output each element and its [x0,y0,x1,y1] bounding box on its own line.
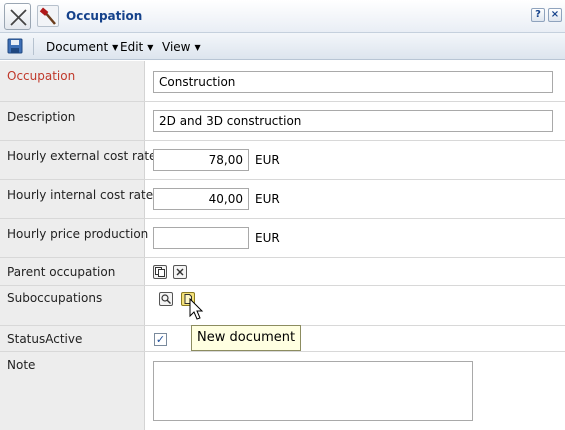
title-bar: Occupation ? × [0,0,565,33]
row-description: Description 2D and 3D construction [0,102,565,141]
description-label: Description [7,110,76,124]
mouse-pointer-icon [189,297,205,322]
row-occupation: Occupation Construction [0,61,565,102]
save-icon[interactable] [7,38,23,54]
chevron-down-icon: ▼ [147,43,154,52]
close-button[interactable]: × [548,8,562,22]
note-label: Note [7,358,36,372]
close-window-icon[interactable] [4,3,31,30]
occupation-input[interactable]: Construction [153,71,553,93]
menu-bar: Document ▼ Edit ▼ View ▼ [0,33,565,60]
parent-occupation-label: Parent occupation [7,265,116,279]
external-cost-rate-label: Hourly external cost rate [7,149,157,163]
row-price-production: Hourly price production EUR [0,219,565,258]
currency-unit: EUR [255,231,280,245]
occupation-label: Occupation [7,69,76,83]
menu-edit-label: Edit [120,40,144,54]
menu-document[interactable]: Document ▼ [46,40,118,54]
menu-view[interactable]: View ▼ [162,40,201,54]
description-input[interactable]: 2D and 3D construction [153,110,553,132]
price-production-input[interactable] [153,227,249,249]
currency-unit: EUR [255,192,280,206]
note-textarea[interactable] [153,361,473,421]
chevron-down-icon: ▼ [112,43,119,52]
occupation-form: Occupation Construction Description 2D a… [0,61,565,430]
menu-separator [33,38,34,55]
status-active-checkbox[interactable]: ✓ [154,333,167,346]
price-production-label: Hourly price production [7,227,149,241]
row-note: Note [0,352,565,430]
internal-cost-rate-input[interactable]: 40,00 [153,188,249,210]
external-cost-rate-input[interactable]: 78,00 [153,149,249,171]
hammer-icon [37,5,59,27]
new-document-tooltip: New document [191,325,302,351]
chevron-down-icon: ▼ [194,43,201,52]
row-internal-cost-rate: Hourly internal cost rate 40,00 EUR [0,180,565,219]
internal-cost-rate-label: Hourly internal cost rate [7,188,154,202]
currency-unit: EUR [255,153,280,167]
suboccupations-label: Suboccupations [7,291,103,305]
row-parent-occupation: Parent occupation [0,258,565,286]
search-icon[interactable] [159,292,173,306]
status-active-label: StatusActive [7,332,83,346]
clear-icon[interactable] [173,265,187,279]
menu-document-label: Document [46,40,109,54]
copy-icon[interactable] [153,265,167,279]
help-button[interactable]: ? [531,8,545,22]
menu-view-label: View [162,40,191,54]
menu-edit[interactable]: Edit ▼ [120,40,153,54]
window-title: Occupation [66,9,143,23]
row-suboccupations: Suboccupations [0,286,565,326]
row-external-cost-rate: Hourly external cost rate 78,00 EUR [0,141,565,180]
